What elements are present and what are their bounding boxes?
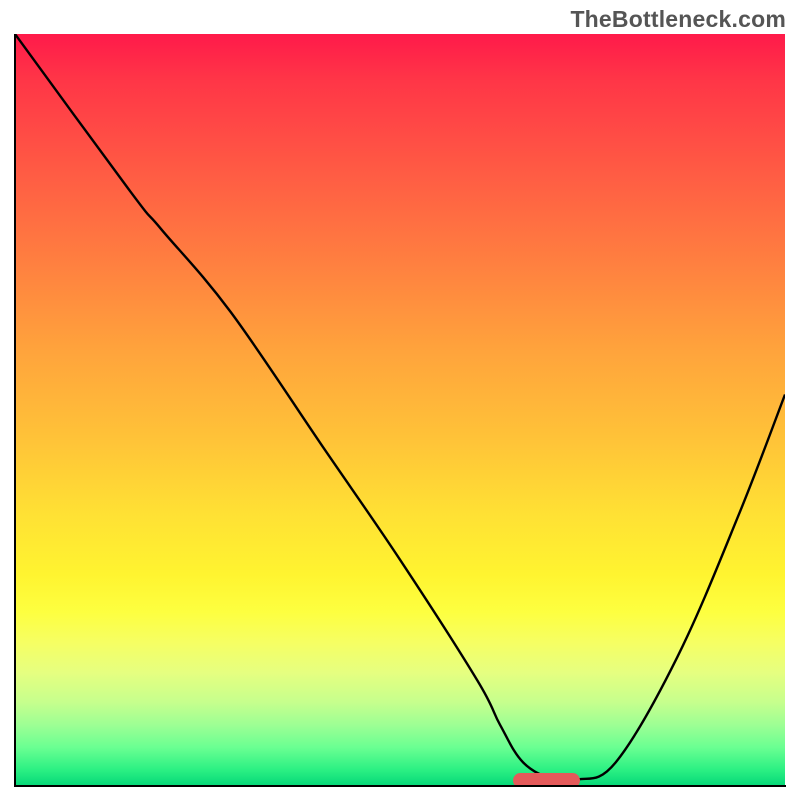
chart-container: TheBottleneck.com bbox=[0, 0, 800, 800]
y-axis bbox=[14, 34, 16, 786]
plot-area bbox=[15, 34, 785, 785]
watermark-text: TheBottleneck.com bbox=[570, 6, 786, 33]
curve-svg bbox=[15, 34, 785, 785]
x-axis bbox=[14, 785, 786, 787]
bottleneck-curve bbox=[15, 34, 785, 782]
optimal-zone-bar bbox=[513, 773, 580, 785]
